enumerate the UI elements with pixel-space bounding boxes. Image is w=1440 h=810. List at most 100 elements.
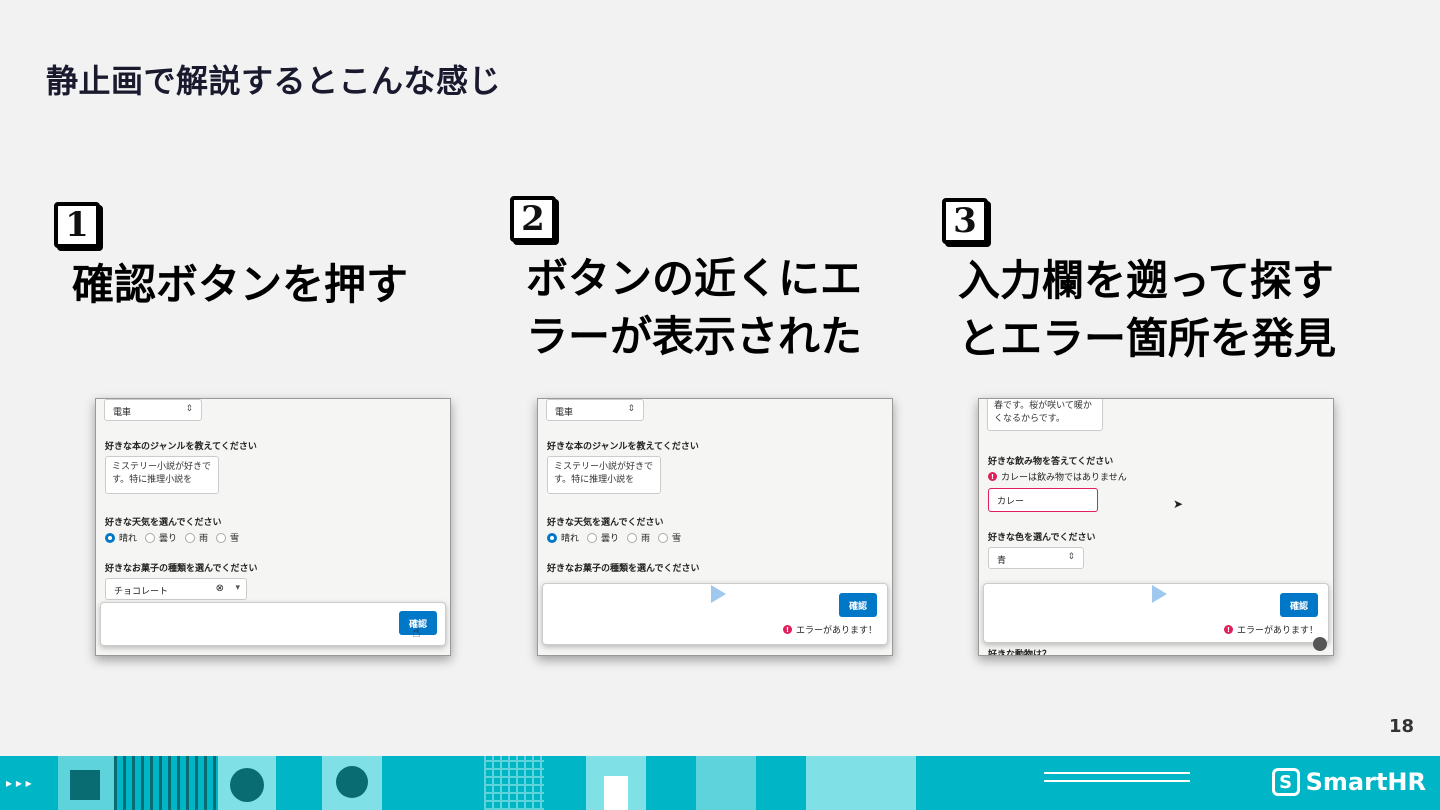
radio-dot <box>185 532 196 543</box>
footer-stripes <box>114 756 218 810</box>
step-number-3: 3 <box>942 198 988 244</box>
radio-rain[interactable]: 雨 <box>627 531 650 544</box>
sort-icon: ⇕ <box>1067 552 1075 562</box>
cursor-icon: ☝ <box>412 625 421 641</box>
slide-title: 静止画で解説するとこんな感じ <box>46 62 502 100</box>
radio-dot <box>105 532 115 543</box>
radio-dot <box>627 532 638 543</box>
snack-value: チョコレート <box>114 587 169 597</box>
drink-error: ! カレーは飲み物ではありません <box>988 470 1127 483</box>
footer-tile <box>806 756 916 810</box>
radio-snow[interactable]: 雪 <box>216 531 239 544</box>
radio-label: 晴れ <box>119 534 138 544</box>
footer-light-icon <box>604 776 628 810</box>
step-text-3: 入力欄を遡って探す とエラー箇所を発見 <box>958 256 1337 363</box>
radio-dot <box>587 532 598 543</box>
step-number-1: 1 <box>54 202 100 248</box>
radio-dot <box>145 532 156 543</box>
cursor-icon: ➤ <box>1173 497 1184 511</box>
weather-radio-group: 晴れ 曇り 雨 雪 <box>105 531 239 544</box>
confirm-button[interactable]: 確認 <box>1280 593 1318 617</box>
radio-label: 雨 <box>641 534 651 544</box>
color-select[interactable]: 青 ⇕ <box>988 547 1084 569</box>
footer-arrows: ▸ ▸ ▸ <box>6 776 32 790</box>
smarthr-logo: S SmartHR <box>1271 768 1426 796</box>
step-3: 3 入力欄を遡って探す とエラー箇所を発見 <box>942 198 1336 368</box>
sort-icon: ⇕ <box>185 404 193 414</box>
logo-mark-icon: S <box>1271 768 1300 796</box>
footer-hand-icon <box>70 770 100 800</box>
error-text: エラーがあります！ <box>1236 626 1318 636</box>
genre-label: 好きな本のジャンルを教えてください <box>547 442 699 452</box>
genre-textarea[interactable]: ミステリー小説が好きです。特に推理小説を <box>105 456 219 494</box>
radio-label: 晴れ <box>561 534 580 544</box>
season-textarea[interactable]: 春です。桜が咲いて暖かくなるからです。 <box>987 399 1103 431</box>
radio-cloudy[interactable]: 曇り <box>587 531 619 544</box>
animal-label: 好きな動物は？ <box>988 650 1052 656</box>
radio-snow[interactable]: 雪 <box>658 531 681 544</box>
step-2: 2 ボタンの近くにエ ラーが表示された <box>510 196 862 366</box>
logo-text: SmartHR <box>1305 768 1426 796</box>
transport-select[interactable]: 電車 ⇕ <box>546 399 644 421</box>
confirm-panel: 確認 ! エラーがあります！ <box>542 583 888 645</box>
snack-label: 好きなお菓子の種類を選んでください <box>547 564 700 574</box>
fullscreen-icon[interactable] <box>1313 637 1327 651</box>
drink-input[interactable]: カレー <box>988 488 1098 512</box>
radio-rain[interactable]: 雨 <box>185 531 208 544</box>
radio-sunny[interactable]: 晴れ <box>105 531 137 544</box>
step-number-2: 2 <box>510 196 556 242</box>
snack-label: 好きなお菓子の種類を選んでください <box>105 564 258 574</box>
radio-label: 曇り <box>601 534 620 544</box>
footer-eye-icon <box>336 766 368 798</box>
drink-error-text: カレーは飲み物ではありません <box>1001 473 1127 483</box>
error-icon: ! <box>1223 625 1233 634</box>
radio-cloudy[interactable]: 曇り <box>145 531 177 544</box>
color-label: 好きな色を選んでください <box>988 533 1096 543</box>
radio-label: 雨 <box>199 534 209 544</box>
radio-sunny[interactable]: 晴れ <box>547 531 579 544</box>
radio-label: 曇り <box>159 534 178 544</box>
error-text: エラーがあります！ <box>795 626 877 636</box>
footer-tile <box>696 756 756 810</box>
radio-dot <box>658 532 669 543</box>
play-icon[interactable] <box>1152 585 1167 603</box>
radio-dot <box>216 532 227 543</box>
genre-textarea[interactable]: ミステリー小説が好きです。特に推理小説を <box>547 456 661 494</box>
confirm-panel: 確認 <box>100 602 446 646</box>
footer-banner: ▸ ▸ ▸ S SmartHR <box>0 756 1440 810</box>
radio-dot <box>547 532 557 543</box>
radio-label: 雪 <box>230 534 240 544</box>
screenshot-3: 春です。桜が咲いて暖かくなるからです。 好きな飲み物を答えてください ! カレー… <box>978 398 1334 656</box>
page-number: 18 <box>1388 716 1414 737</box>
weather-label: 好きな天気を選んでください <box>105 518 222 528</box>
sort-icon: ⇕ <box>627 404 635 414</box>
screenshot-1: 電車 ⇕ 好きな本のジャンルを教えてください ミステリー小説が好きです。特に推理… <box>95 398 451 656</box>
error-icon: ! <box>782 625 792 634</box>
error-message: ! エラーがあります！ <box>1223 623 1318 636</box>
screenshot-2: 電車 ⇕ 好きな本のジャンルを教えてください ミステリー小説が好きです。特に推理… <box>537 398 893 656</box>
play-icon[interactable] <box>711 585 726 603</box>
confirm-panel: 確認 ! エラーがあります！ <box>983 583 1329 643</box>
footer-grid <box>484 756 544 810</box>
weather-label: 好きな天気を選んでください <box>547 518 664 528</box>
color-value: 青 <box>997 556 1007 566</box>
error-message: ! エラーがあります！ <box>782 623 877 636</box>
step-text-1: 確認ボタンを押す <box>72 260 409 309</box>
transport-select[interactable]: 電車 ⇕ <box>104 399 202 421</box>
radio-label: 雪 <box>672 534 682 544</box>
step-text-2: ボタンの近くにエ ラーが表示された <box>526 254 863 361</box>
transport-value: 電車 <box>555 408 574 418</box>
error-icon: ! <box>988 472 997 481</box>
footer-head-icon <box>230 768 264 802</box>
clear-icon[interactable]: ⊗ <box>216 583 224 594</box>
genre-label: 好きな本のジャンルを教えてください <box>105 442 257 452</box>
confirm-button[interactable]: 確認 <box>839 593 877 617</box>
chevron-down-icon[interactable]: ▾ <box>235 583 240 593</box>
weather-radio-group: 晴れ 曇り 雨 雪 <box>547 531 681 544</box>
drink-value: カレー <box>997 497 1025 507</box>
transport-value: 電車 <box>113 408 132 418</box>
snack-combobox[interactable]: チョコレート ⊗ ▾ <box>105 578 247 600</box>
drink-label: 好きな飲み物を答えてください <box>988 457 1114 467</box>
footer-lines <box>1044 772 1190 782</box>
step-1: 1 確認ボタンを押す <box>54 202 408 314</box>
